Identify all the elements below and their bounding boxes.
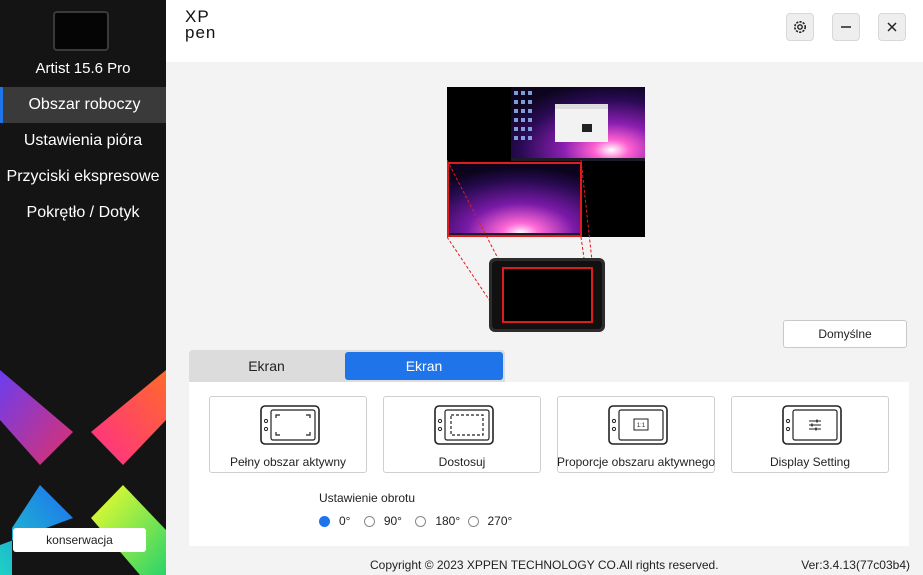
rotation-label-180: 180°	[435, 514, 461, 528]
rotation-options: 0° 90° 180° 270°	[319, 514, 522, 528]
default-button[interactable]: Domyślne	[783, 320, 907, 348]
xppen-logo: XP pen	[185, 8, 217, 42]
ratio-card[interactable]: 1:1 Proporcje obszaru aktywnego	[557, 396, 715, 473]
tab-screen-2[interactable]: Ekran	[345, 352, 503, 380]
full-area-label: Pełny obszar aktywny	[229, 455, 347, 469]
display-setting-card[interactable]: Display Setting	[731, 396, 889, 473]
customize-label: Dostosuj	[438, 455, 486, 469]
rotation-label-90: 90°	[383, 514, 402, 528]
minimize-icon	[841, 26, 851, 28]
footer: Copyright © 2023 XPPEN TECHNOLOGY CO.All…	[166, 548, 923, 575]
sidebar-item-pen-settings[interactable]: Ustawienia pióra	[0, 123, 166, 159]
maintenance-button[interactable]: konserwacja	[13, 528, 146, 552]
device-thumbnail	[53, 11, 109, 51]
sidebar: Artist 15.6 Pro Obszar roboczy Ustawieni…	[0, 0, 166, 575]
rotation-radio-90[interactable]: 90°	[363, 514, 402, 528]
version-text: Ver:3.4.13(77c03b4)	[801, 558, 910, 572]
radio-dot-icon	[415, 516, 427, 527]
close-button[interactable]	[878, 13, 906, 41]
radio-dot-icon	[467, 516, 479, 527]
settings-button[interactable]	[786, 13, 814, 41]
customize-card[interactable]: Dostosuj	[383, 396, 541, 473]
sidebar-item-express-keys[interactable]: Przyciski ekspresowe	[0, 159, 166, 195]
display-setting-label: Display Setting	[769, 455, 851, 469]
rotation-title: Ustawienie obrotu	[319, 491, 416, 505]
rotation-radio-180[interactable]: 180°	[415, 514, 460, 528]
ratio-icon: 1:1	[608, 405, 668, 445]
work-area-panel: Pełny obszar aktywny Dostosuj 1:1 Propor…	[189, 382, 909, 546]
tab-bar: Ekran Ekran	[189, 350, 505, 382]
full-area-card[interactable]: Pełny obszar aktywny	[209, 396, 367, 473]
radio-dot-icon	[319, 516, 330, 527]
display-setting-icon	[782, 405, 842, 445]
rotation-label-0: 0°	[339, 514, 351, 528]
ratio-label: Proporcje obszaru aktywnego	[556, 455, 716, 469]
customize-icon	[434, 405, 494, 445]
tab-screen-1[interactable]: Ekran	[189, 352, 344, 380]
minimize-button[interactable]	[832, 13, 860, 41]
rotation-radio-0[interactable]: 0°	[319, 514, 350, 528]
sidebar-item-dial-touch[interactable]: Pokrętło / Dotyk	[0, 195, 166, 231]
tablet-illustration	[489, 258, 605, 332]
copyright-text: Copyright © 2023 XPPEN TECHNOLOGY CO.All…	[370, 558, 719, 572]
full-area-icon	[260, 405, 320, 445]
top-bar: XP pen	[166, 0, 923, 62]
gear-icon	[794, 21, 806, 33]
device-name: Artist 15.6 Pro	[35, 60, 131, 77]
sidebar-item-work-area[interactable]: Obszar roboczy	[0, 87, 166, 123]
sidebar-nav: Obszar roboczy Ustawienia pióra Przycisk…	[0, 87, 166, 231]
rotation-label-270: 270°	[487, 514, 513, 528]
close-icon	[887, 22, 897, 32]
logo-text-bottom: pen	[185, 23, 217, 42]
rotation-radio-270[interactable]: 270°	[467, 514, 513, 528]
ratio-icon-text: 1:1	[637, 423, 646, 429]
radio-dot-icon	[363, 516, 375, 527]
